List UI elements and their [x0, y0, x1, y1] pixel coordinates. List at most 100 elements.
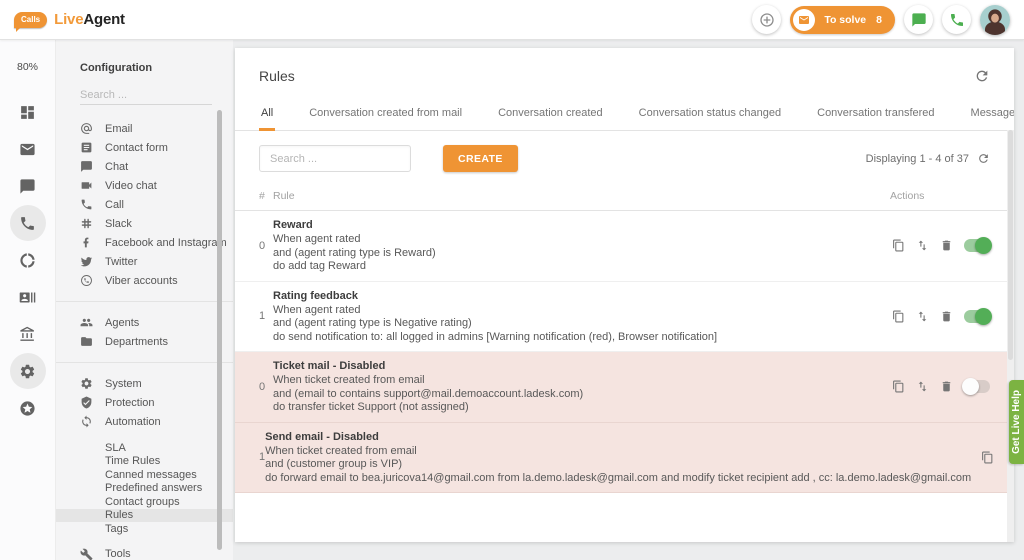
rule-lines: When ticket created from emailand (email…: [273, 374, 880, 415]
plus-circle-icon: [759, 12, 775, 28]
tab[interactable]: Conversation created from mail: [307, 101, 464, 131]
reorder-rule-icon[interactable]: [916, 310, 929, 323]
tab[interactable]: Conversation created: [496, 101, 605, 131]
mail-icon: [19, 141, 36, 158]
sidebar-item[interactable]: System: [56, 374, 233, 393]
sidebar-item[interactable]: Contact form: [56, 138, 233, 157]
delete-rule-icon[interactable]: [940, 380, 953, 393]
sidebar-subitem[interactable]: Predefined answers: [56, 482, 233, 496]
rail-item-academy[interactable]: [10, 316, 46, 352]
rail-item-customers[interactable]: [10, 279, 46, 315]
sidebar-subitem[interactable]: SLA: [56, 441, 233, 455]
protection-icon: [80, 396, 93, 409]
to-solve-bubble: [793, 9, 815, 31]
copy-rule-icon[interactable]: [981, 451, 994, 464]
delete-rule-icon[interactable]: [940, 239, 953, 252]
user-avatar[interactable]: [980, 5, 1010, 35]
rail-item-reports[interactable]: [10, 242, 46, 278]
delete-rule-icon[interactable]: [940, 310, 953, 323]
tab[interactable]: Message group added: [969, 101, 1014, 131]
refresh-panel-button[interactable]: [974, 68, 990, 84]
sidebar-item-label: Call: [105, 199, 124, 211]
reorder-rule-icon[interactable]: [916, 239, 929, 252]
sidebar-item[interactable]: Email: [56, 119, 233, 138]
sidebar-item-label: Tools: [105, 548, 131, 560]
rule-title: Rating feedback: [273, 289, 880, 303]
sidebar-item[interactable]: Slack: [56, 214, 233, 233]
rail-item-configuration[interactable]: [10, 353, 46, 389]
wrench-icon: [80, 548, 93, 560]
to-solve-count: 8: [876, 14, 882, 26]
sidebar-subitem[interactable]: Rules: [56, 509, 233, 523]
sidebar-item-label: Departments: [105, 336, 168, 348]
copy-rule-icon[interactable]: [892, 239, 905, 252]
copy-rule-icon[interactable]: [892, 380, 905, 393]
sidebar-subitem[interactable]: Canned messages: [56, 468, 233, 482]
sidebar-item[interactable]: Protection: [56, 393, 233, 412]
rail-item-tickets[interactable]: [10, 131, 46, 167]
refresh-list-button[interactable]: [977, 152, 990, 165]
donut-chart-icon: [19, 252, 36, 269]
rule-actions: [890, 218, 990, 274]
rail-item-chats[interactable]: [10, 168, 46, 204]
sidebar-item[interactable]: Chat: [56, 157, 233, 176]
calls-button[interactable]: [942, 5, 971, 34]
toggle-knob: [975, 237, 992, 254]
rail-item-calls[interactable]: [10, 205, 46, 241]
sidebar-item[interactable]: Call: [56, 195, 233, 214]
tab-label: Conversation status changed: [639, 107, 781, 119]
tab[interactable]: All: [259, 101, 275, 131]
sidebar-item[interactable]: Agents: [56, 313, 233, 332]
tab[interactable]: Conversation transfered: [815, 101, 936, 131]
sidebar-item-tools[interactable]: Tools: [56, 545, 233, 560]
system-icon: [80, 377, 93, 390]
copy-rule-icon[interactable]: [892, 310, 905, 323]
bank-icon: [19, 326, 36, 343]
automation-icon: [80, 415, 93, 428]
chats-button[interactable]: [904, 5, 933, 34]
rule-title: Ticket mail - Disabled: [273, 359, 880, 373]
add-new-button[interactable]: [752, 5, 781, 34]
rule-row: 1 Send email - Disabled When ticket crea…: [235, 423, 1014, 494]
page-title: Rules: [259, 68, 295, 84]
sidebar-subitem[interactable]: Tags: [56, 522, 233, 536]
panel-scrollbar[interactable]: [1007, 130, 1014, 542]
sidebar-subitem[interactable]: Time Rules: [56, 455, 233, 469]
sidebar-item[interactable]: Video chat: [56, 176, 233, 195]
rail-item-starred[interactable]: [10, 390, 46, 426]
sidebar-item[interactable]: Viber accounts: [56, 271, 233, 290]
header-actions: To solve 8: [752, 5, 1010, 35]
sidebar-subitem-label: Predefined answers: [105, 482, 202, 494]
rule-enabled-toggle[interactable]: [964, 380, 990, 393]
rule-row: 1 Rating feedback When agent ratedand (a…: [235, 282, 1014, 353]
sidebar-subitem[interactable]: Contact groups: [56, 495, 233, 509]
rules-search-input[interactable]: [259, 145, 411, 172]
panel-scrollbar-thumb[interactable]: [1008, 130, 1013, 360]
rule-line: and (customer group is VIP): [265, 458, 971, 472]
rule-row: 0 Reward When agent ratedand (agent rati…: [235, 211, 1014, 282]
rule-enabled-toggle[interactable]: [964, 310, 990, 323]
rule-title: Send email - Disabled: [265, 430, 971, 444]
reorder-rule-icon[interactable]: [916, 380, 929, 393]
configuration-sidebar: Configuration Email Contact form Chat: [56, 40, 233, 560]
rule-line: When agent rated: [273, 304, 880, 318]
rail-item-dashboard[interactable]: [10, 94, 46, 130]
column-rule: Rule: [273, 190, 890, 202]
sidebar-item[interactable]: Facebook and Instagram: [56, 233, 233, 252]
rule-line: do add tag Reward: [273, 260, 880, 274]
sidebar-item[interactable]: Automation: [56, 412, 233, 431]
rule-enabled-toggle[interactable]: [964, 239, 990, 252]
contact-form-icon: [80, 141, 93, 154]
tab[interactable]: Conversation status changed: [637, 101, 783, 131]
sidebar-scrollbar[interactable]: [217, 110, 222, 550]
create-rule-button[interactable]: CREATE: [443, 145, 518, 172]
rule-line: When ticket created from email: [273, 374, 880, 388]
rule-line: do transfer ticket Support (not assigned…: [273, 401, 880, 415]
to-solve-button[interactable]: To solve 8: [790, 6, 895, 34]
toggle-knob: [962, 378, 979, 395]
sidebar-item[interactable]: Departments: [56, 332, 233, 351]
get-live-help-button[interactable]: Get Live Help: [1009, 380, 1024, 464]
sidebar-item[interactable]: Twitter: [56, 252, 233, 271]
usage-percent: 80%: [17, 61, 38, 73]
sidebar-search-input[interactable]: [80, 86, 212, 105]
